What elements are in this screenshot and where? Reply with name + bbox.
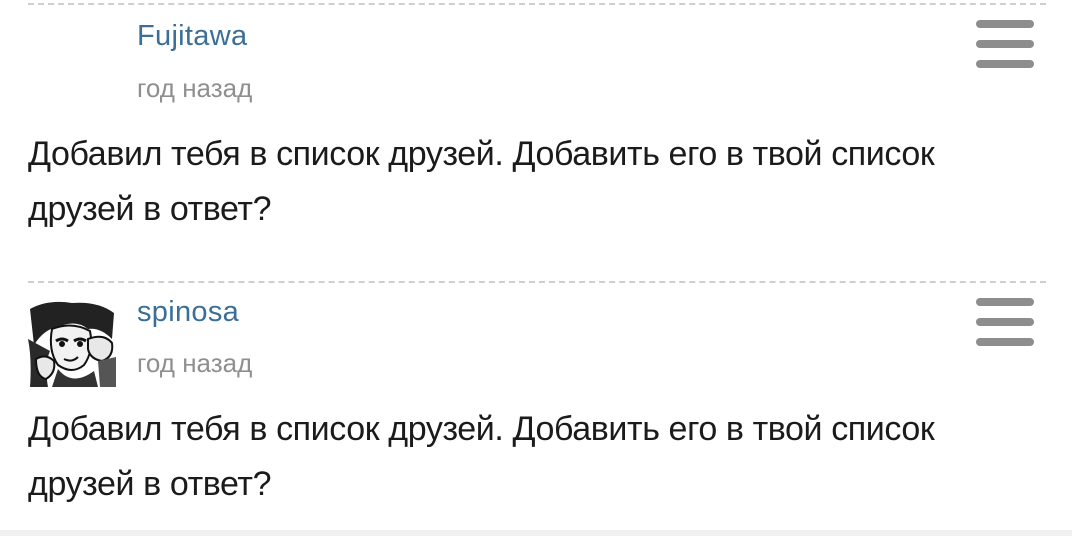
avatar-placeholder bbox=[28, 20, 116, 108]
comment-author[interactable]: spinosa bbox=[137, 298, 239, 327]
comment-menu-button[interactable] bbox=[976, 20, 1034, 68]
hamburger-menu-icon bbox=[976, 20, 1034, 28]
menu-icon-bar bbox=[976, 338, 1034, 346]
comment-author[interactable]: Fujitawa bbox=[137, 22, 247, 51]
comment-divider bbox=[28, 3, 1046, 5]
hamburger-menu-icon bbox=[976, 298, 1034, 306]
bottom-edge bbox=[0, 530, 1072, 536]
comment-timestamp: год назад bbox=[137, 348, 253, 378]
menu-icon-bar bbox=[976, 60, 1034, 68]
menu-icon-bar bbox=[976, 318, 1034, 326]
menu-icon-bar bbox=[976, 40, 1034, 48]
comment-timestamp: год назад bbox=[137, 73, 253, 103]
avatar-image bbox=[28, 299, 116, 387]
comment-text: Добавил тебя в список друзей. Добавить е… bbox=[28, 135, 935, 228]
comment-menu-button[interactable] bbox=[976, 298, 1034, 346]
comment-text: Добавил тебя в список друзей. Добавить е… bbox=[28, 410, 935, 503]
comment-divider bbox=[28, 281, 1046, 283]
user-avatar[interactable] bbox=[28, 299, 116, 387]
